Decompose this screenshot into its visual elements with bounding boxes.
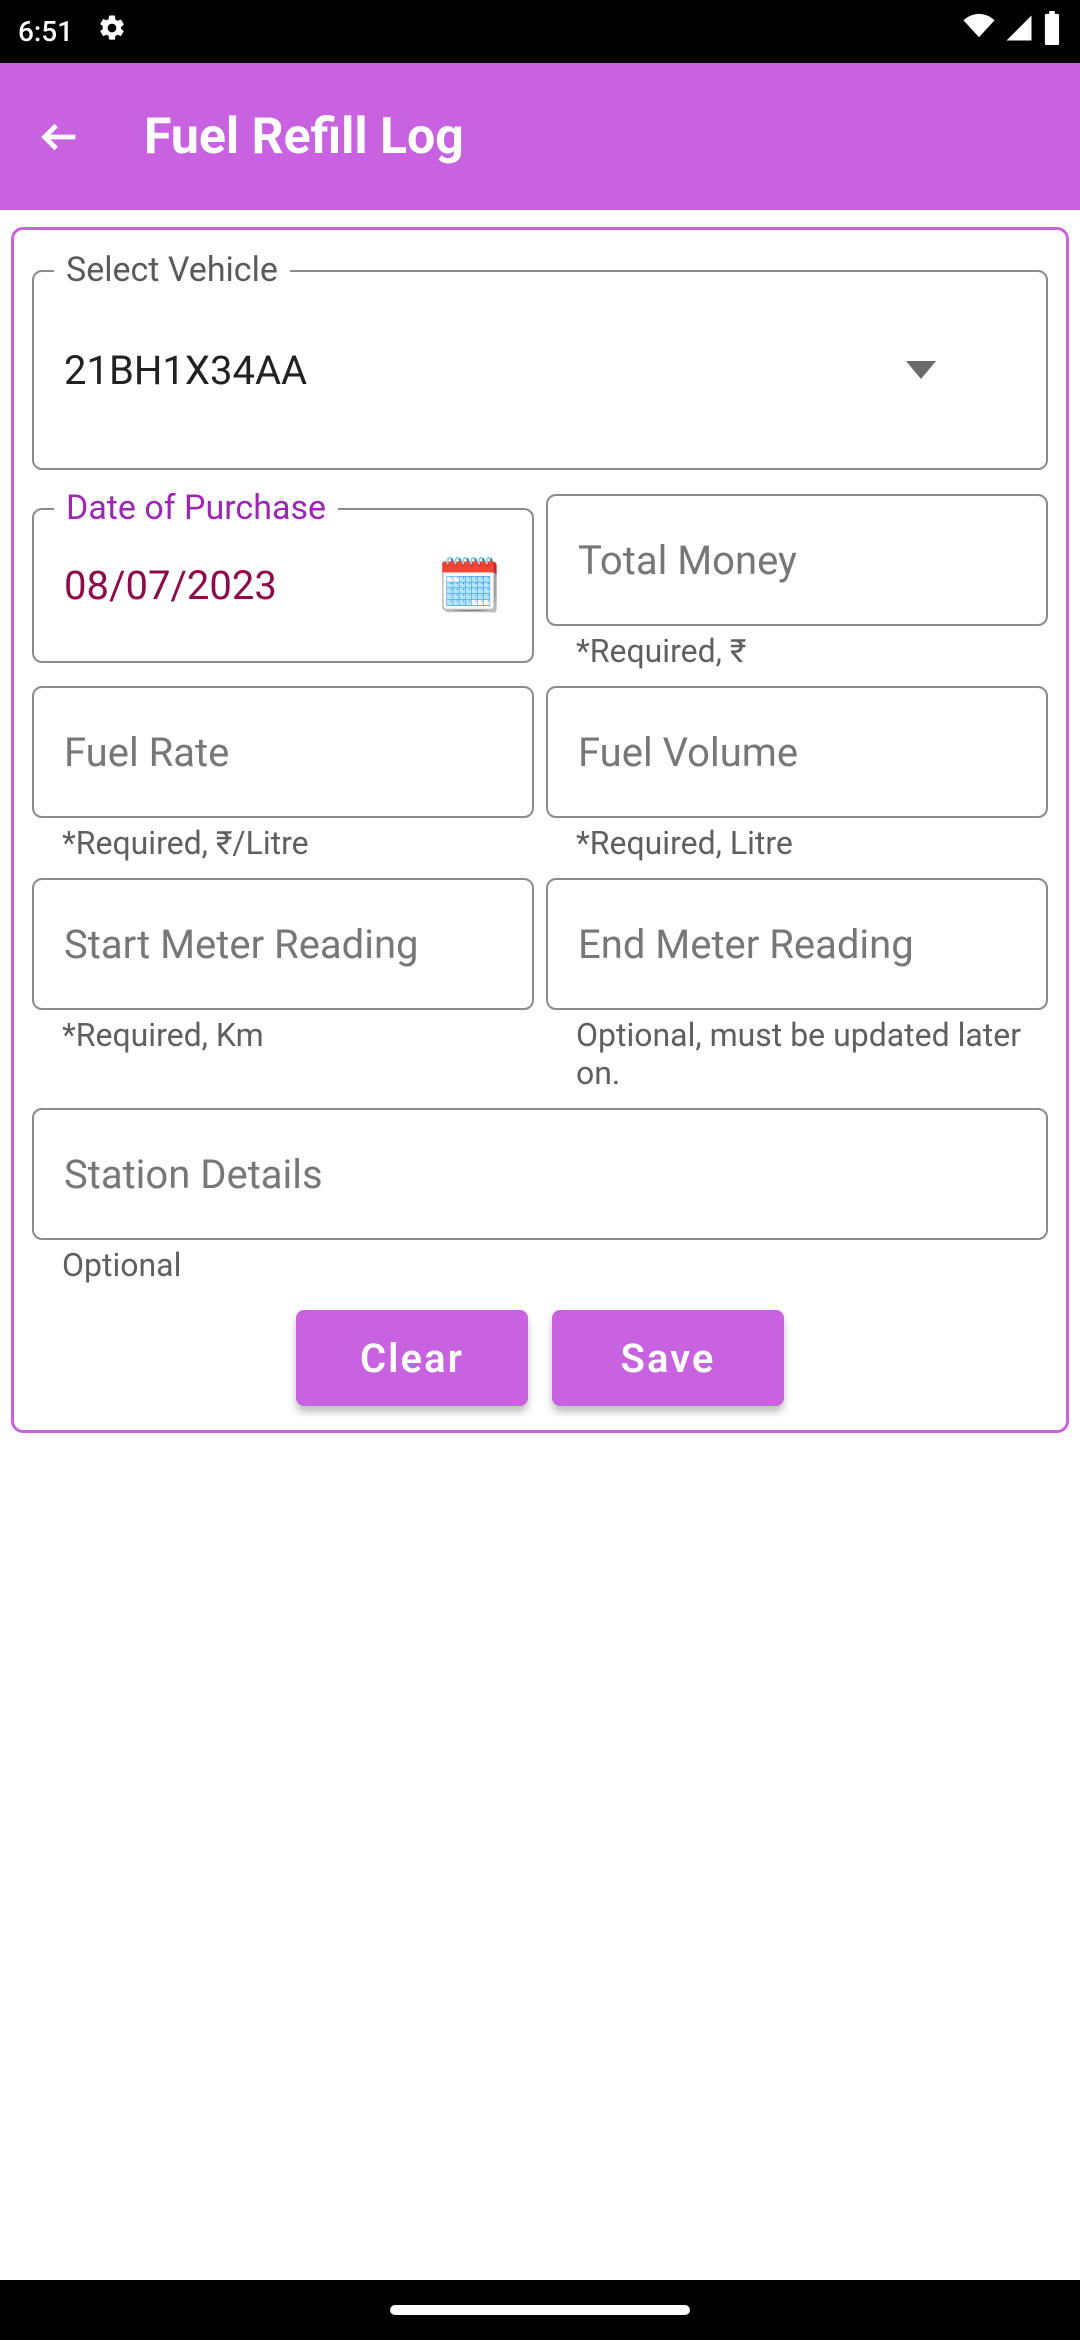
vehicle-label: Select Vehicle bbox=[54, 250, 290, 290]
system-nav-bar bbox=[0, 2280, 1080, 2340]
back-arrow-icon bbox=[37, 114, 83, 160]
page-title: Fuel Refill Log bbox=[144, 108, 464, 166]
vehicle-value: 21BH1X34AA bbox=[64, 347, 307, 394]
button-row: Clear Save bbox=[32, 1310, 1048, 1406]
cell-icon bbox=[1004, 13, 1034, 50]
nav-home-pill[interactable] bbox=[390, 2305, 690, 2315]
date-input[interactable]: 08/07/2023 🗓️ bbox=[32, 508, 534, 663]
station-details-placeholder: Station Details bbox=[64, 1151, 323, 1198]
wifi-icon bbox=[962, 11, 996, 52]
date-label: Date of Purchase bbox=[54, 488, 338, 528]
end-meter-placeholder: End Meter Reading bbox=[578, 921, 914, 968]
start-meter-helper: *Required, Km bbox=[62, 1016, 534, 1054]
form-card: Select Vehicle 21BH1X34AA Date of Purcha… bbox=[11, 227, 1069, 1433]
start-meter-input[interactable]: Start Meter Reading bbox=[32, 878, 534, 1010]
date-field: Date of Purchase 08/07/2023 🗓️ bbox=[32, 508, 534, 663]
calendar-icon: 🗓️ bbox=[437, 555, 502, 616]
fuel-volume-input[interactable]: Fuel Volume bbox=[546, 686, 1048, 818]
fuel-volume-placeholder: Fuel Volume bbox=[578, 729, 798, 776]
settings-icon bbox=[97, 13, 127, 50]
clear-button[interactable]: Clear bbox=[296, 1310, 528, 1406]
end-meter-helper: Optional, must be updated later on. bbox=[576, 1016, 1048, 1092]
app-bar: Fuel Refill Log bbox=[0, 63, 1080, 210]
station-details-input[interactable]: Station Details bbox=[32, 1108, 1048, 1240]
fuel-rate-placeholder: Fuel Rate bbox=[64, 729, 229, 776]
vehicle-field: Select Vehicle 21BH1X34AA bbox=[32, 270, 1048, 470]
total-money-placeholder: Total Money bbox=[578, 537, 797, 584]
fuel-rate-input[interactable]: Fuel Rate bbox=[32, 686, 534, 818]
fuel-volume-helper: *Required, Litre bbox=[576, 824, 1048, 862]
fuel-rate-helper: *Required, ₹/Litre bbox=[62, 824, 534, 862]
start-meter-placeholder: Start Meter Reading bbox=[64, 921, 419, 968]
save-button[interactable]: Save bbox=[552, 1310, 784, 1406]
end-meter-input[interactable]: End Meter Reading bbox=[546, 878, 1048, 1010]
vehicle-select[interactable]: 21BH1X34AA bbox=[32, 270, 1048, 470]
status-bar: 6:51 bbox=[0, 0, 1080, 63]
battery-icon bbox=[1042, 11, 1062, 52]
date-value: 08/07/2023 bbox=[64, 562, 277, 609]
total-money-helper: *Required, ₹ bbox=[576, 632, 1048, 670]
station-details-helper: Optional bbox=[62, 1246, 1048, 1284]
total-money-input[interactable]: Total Money bbox=[546, 494, 1048, 626]
status-time: 6:51 bbox=[18, 15, 73, 48]
back-button[interactable] bbox=[30, 107, 90, 167]
dropdown-caret-icon bbox=[906, 361, 936, 379]
